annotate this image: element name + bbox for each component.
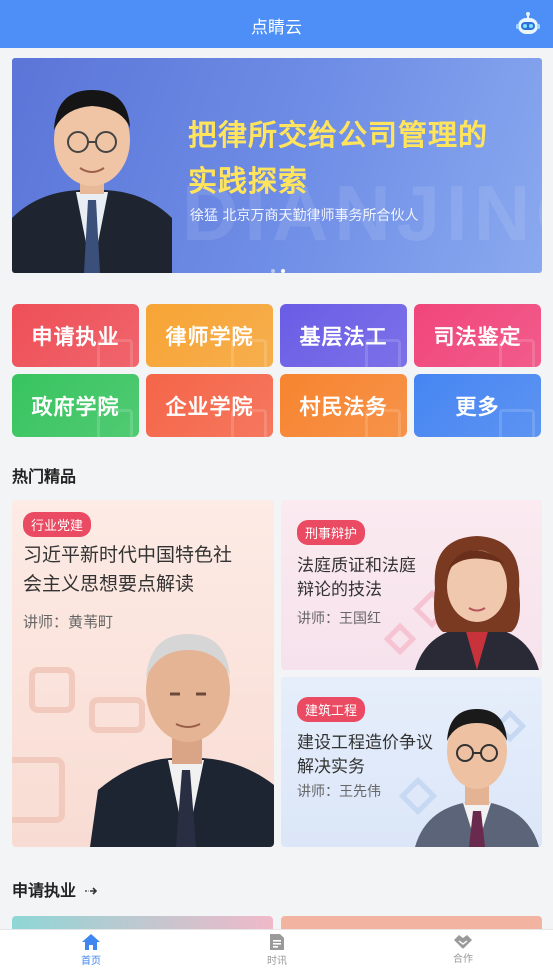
card-tag: 行业党建 [23, 512, 92, 537]
tab-cooperation-label: 合作 [453, 954, 473, 965]
promo-banner[interactable]: DIANJING 把律所交给公司管理的 实践探索 徐猛 北京万商天勤律师事务所合… [12, 58, 542, 273]
banner-headline-line2: 实践探索 [188, 164, 309, 198]
category-label: 村民法务 [299, 394, 388, 419]
app-title: 点睛云 [251, 18, 302, 38]
tab-news[interactable]: 时讯 [237, 933, 317, 967]
course-card-party-building[interactable]: 行业党建 习近平新时代中国特色社 会主义思想要点解读 讲师：黄苇町 [12, 500, 274, 847]
card-title-line1: 习近平新时代中国特色社 [23, 544, 233, 566]
category-grassroots-legal[interactable]: 基层法工 [280, 304, 407, 367]
apply-course-thumb-2[interactable] [281, 916, 542, 929]
category-label: 司法鉴定 [433, 324, 522, 349]
banner-pagination [268, 258, 288, 273]
card-tag: 建筑工程 [297, 697, 366, 722]
card-lecturer-photo [415, 536, 539, 670]
course-card-construction[interactable]: 建筑工程 建设工程造价争议 解决实务 讲师：王先伟 [281, 677, 542, 847]
card-lecturer-photo [415, 709, 539, 847]
card-lecturer: 讲师：王国红 [297, 611, 381, 627]
hot-section-title: 热门精品 [12, 467, 77, 486]
apply-section-title: 申请执业 [12, 881, 77, 900]
tab-home-label: 首页 [81, 956, 101, 967]
category-label: 申请执业 [31, 324, 120, 349]
banner-speaker-photo [12, 90, 172, 273]
category-label: 更多 [455, 394, 500, 419]
card-title-line2: 辩论的技法 [297, 580, 382, 600]
category-enterprise-academy[interactable]: 企业学院 [146, 374, 273, 437]
course-card-criminal-defense[interactable]: 刑事辩护 法庭质证和法庭 辩论的技法 讲师：王国红 [281, 500, 542, 670]
banner-dot [271, 269, 275, 273]
arrow-right-icon [84, 887, 97, 895]
bottom-tab-bar: 首页 时讯 合作 [0, 929, 553, 968]
category-label: 基层法工 [299, 324, 388, 349]
banner-headline-line1: 把律所交给公司管理的 [188, 118, 489, 152]
card-title-line1: 法庭质证和法庭 [297, 556, 416, 576]
category-lawyer-academy[interactable]: 律师学院 [146, 304, 273, 367]
banner-dot-active [281, 269, 285, 273]
home-icon [82, 934, 100, 950]
category-villager-legal[interactable]: 村民法务 [280, 374, 407, 437]
category-more[interactable]: 更多 [414, 374, 541, 437]
category-label: 政府学院 [31, 394, 120, 419]
robot-assistant-icon[interactable] [515, 11, 541, 37]
category-apply-practice[interactable]: 申请执业 [12, 304, 139, 367]
category-judicial-appraisal[interactable]: 司法鉴定 [414, 304, 541, 367]
card-tag: 刑事辩护 [297, 520, 366, 545]
banner-subtitle: 徐猛 北京万商天勤律师事务所合伙人 [190, 208, 419, 224]
card-title-line2: 解决实务 [297, 757, 365, 777]
handshake-icon [454, 935, 472, 949]
card-title-line2: 会主义思想要点解读 [23, 573, 195, 595]
tab-news-label: 时讯 [267, 956, 287, 967]
card-lecturer: 讲师：王先伟 [297, 784, 381, 800]
category-government-academy[interactable]: 政府学院 [12, 374, 139, 437]
app-header: 点睛云 [0, 0, 553, 48]
apply-course-thumb-1[interactable] [12, 916, 273, 929]
tab-cooperation[interactable]: 合作 [423, 933, 503, 965]
category-label: 律师学院 [165, 324, 254, 349]
category-label: 企业学院 [165, 394, 254, 419]
card-lecturer-photo [90, 634, 274, 847]
document-icon [270, 934, 284, 950]
tab-home[interactable]: 首页 [51, 933, 131, 967]
apply-section-header[interactable]: 申请执业 [12, 877, 98, 901]
